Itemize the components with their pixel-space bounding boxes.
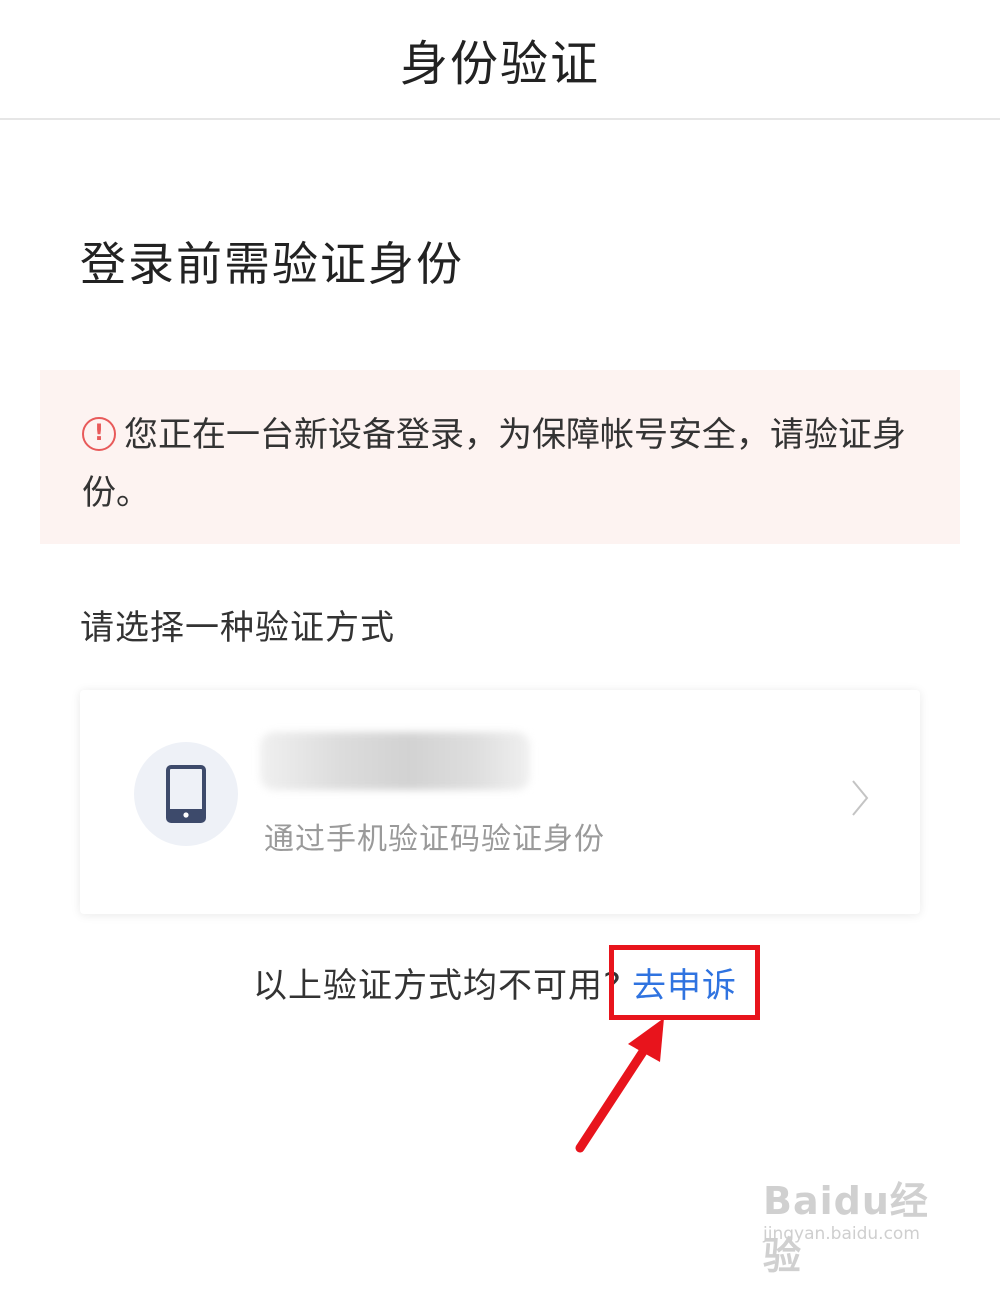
fallback-line: 以上验证方式均不可用? 去申诉 (0, 945, 1000, 1020)
notice-text: 您正在一台新设备登录，为保障帐号安全，请验证身份。 (82, 415, 906, 513)
appeal-link[interactable]: 去申诉 (609, 945, 761, 1020)
header-title: 身份验证 (399, 36, 600, 92)
page-title: 登录前需验证身份 (80, 237, 464, 291)
fallback-question: 以上验证方式均不可用? (252, 966, 623, 1006)
warning-circle-icon: ! (82, 416, 116, 451)
security-notice: ! 您正在一台新设备登录，为保障帐号安全，请验证身份。 (40, 370, 960, 544)
masked-phone-number (260, 732, 530, 790)
top-bar: 身份验证 (0, 0, 1000, 120)
phone-method-description: 通过手机验证码验证身份 (264, 822, 605, 857)
annotation-arrow-icon (575, 1018, 664, 1153)
phone-verification-option[interactable]: 通过手机验证码验证身份 (80, 690, 920, 914)
baidu-watermark: Baidu经验 jingyan.baidu.com (763, 1156, 948, 1278)
chevron-right-icon (852, 780, 869, 816)
mobile-phone-icon (134, 742, 238, 846)
choose-method-label: 请选择一种验证方式 (80, 608, 395, 648)
watermark-url: jingyan.baidu.com (763, 1224, 920, 1244)
